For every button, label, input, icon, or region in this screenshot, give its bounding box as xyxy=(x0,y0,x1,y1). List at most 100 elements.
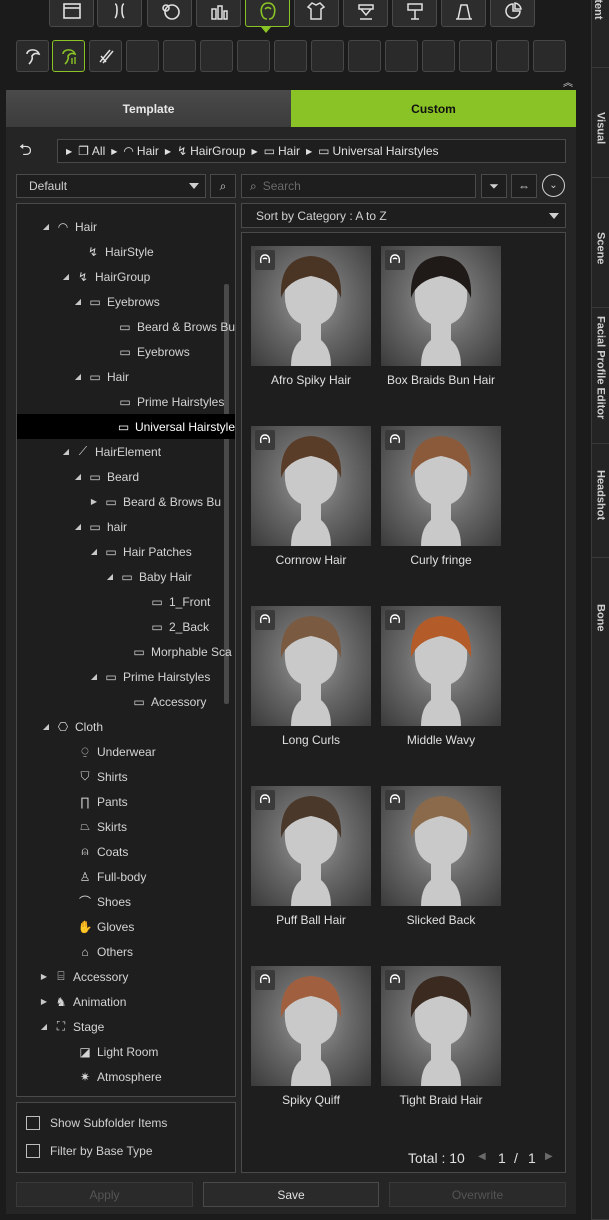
tree-item[interactable]: ◢ ▭ Hair xyxy=(17,364,235,389)
hair-icon[interactable] xyxy=(245,0,290,27)
tree-item[interactable]: ▶ ⌸ Accessory xyxy=(17,964,235,989)
content-item[interactable]: Middle Wavy xyxy=(381,606,501,747)
sort-select[interactable]: Sort by Category : A to Z xyxy=(241,203,566,228)
content-item[interactable]: Curly fringe xyxy=(381,426,501,567)
tab-custom[interactable]: Custom xyxy=(291,90,576,127)
item-thumbnail[interactable] xyxy=(381,966,501,1086)
tree-item[interactable]: ◢ ▭ Prime Hairstyles xyxy=(17,664,235,689)
content-item[interactable]: Afro Spiky Hair xyxy=(251,246,371,387)
item-thumbnail[interactable] xyxy=(251,246,371,366)
next-page-icon[interactable]: ▶ xyxy=(545,1151,553,1162)
empty-slot[interactable] xyxy=(459,40,492,72)
expanded-arrow-icon[interactable]: ◢ xyxy=(89,672,99,681)
expanded-arrow-icon[interactable]: ◢ xyxy=(73,372,83,381)
tree-item[interactable]: ◢ ▭ Baby Hair xyxy=(17,564,235,589)
stage-icon[interactable] xyxy=(441,0,486,27)
tree-item[interactable]: ▶ ▭ Beard & Brows Bu xyxy=(17,489,235,514)
tree-item[interactable]: ◢ ⟋ HairElement xyxy=(17,439,235,464)
tree-item[interactable]: ⌂ Others xyxy=(17,939,235,964)
tree-item[interactable]: ◢ ▭ Beard xyxy=(17,464,235,489)
scene-icon[interactable] xyxy=(49,0,94,27)
expanded-arrow-icon[interactable]: ◢ xyxy=(73,522,83,531)
tab-headshot[interactable]: Headshot xyxy=(591,444,609,558)
tree-item[interactable]: ▭ Universal Hairstyle xyxy=(17,414,235,439)
hairgroup-icon[interactable] xyxy=(52,40,85,72)
expanded-arrow-icon[interactable]: ◢ xyxy=(89,547,99,556)
pose-icon[interactable] xyxy=(392,0,437,27)
search-input[interactable]: ⌕ Search xyxy=(241,174,476,198)
apply-button[interactable]: Apply xyxy=(16,1182,193,1207)
empty-slot[interactable] xyxy=(533,40,566,72)
tree-item[interactable]: ↯ HairStyle xyxy=(17,239,235,264)
show-subfolder-checkbox[interactable] xyxy=(26,1116,40,1130)
find-folder-icon[interactable]: ⌕ xyxy=(210,174,236,198)
content-item[interactable]: Spiky Quiff xyxy=(251,966,371,1107)
tree-item[interactable]: ◢ ⛶ Stage xyxy=(17,1014,235,1039)
item-thumbnail[interactable] xyxy=(381,426,501,546)
breadcrumb-item[interactable]: Hair xyxy=(278,144,300,158)
cloth-icon[interactable] xyxy=(294,0,339,27)
filter-funnel-icon[interactable]: ⏷ xyxy=(481,174,507,198)
tree-item[interactable]: ◢ ↯ HairGroup xyxy=(17,264,235,289)
tree-item[interactable]: ⍜ Underwear xyxy=(17,739,235,764)
accessory-icon[interactable] xyxy=(343,0,388,27)
empty-slot[interactable] xyxy=(237,40,270,72)
item-thumbnail[interactable] xyxy=(381,786,501,906)
content-item[interactable]: Cornrow Hair xyxy=(251,426,371,567)
breadcrumb-item[interactable]: Universal Hairstyles xyxy=(333,144,439,158)
empty-slot[interactable] xyxy=(348,40,381,72)
tree-item[interactable]: ◢ ▭ Hair Patches xyxy=(17,539,235,564)
tree-item[interactable]: ◢ ⎔ Cloth xyxy=(17,714,235,739)
tab-facial-profile-editor[interactable]: Facial Profile Editor xyxy=(591,308,609,444)
tree-item[interactable]: ▭ Prime Hairstyles xyxy=(17,389,235,414)
hairelement-icon[interactable] xyxy=(89,40,122,72)
breadcrumb-item[interactable]: Hair xyxy=(137,144,159,158)
empty-slot[interactable] xyxy=(385,40,418,72)
empty-slot[interactable] xyxy=(163,40,196,72)
tree-item[interactable]: ▭ 1_Front xyxy=(17,589,235,614)
tab-content[interactable]: Content xyxy=(591,0,609,68)
morph-icon[interactable] xyxy=(147,0,192,27)
swap-view-icon[interactable]: ⇔ xyxy=(511,174,537,198)
tree-item[interactable]: ▭ Morphable Sca xyxy=(17,639,235,664)
expanded-arrow-icon[interactable]: ◢ xyxy=(41,722,51,731)
breadcrumb-item[interactable]: HairGroup xyxy=(190,144,245,158)
tree-item[interactable]: ⌒ Shoes xyxy=(17,889,235,914)
content-item[interactable]: Long Curls xyxy=(251,606,371,747)
empty-slot[interactable] xyxy=(496,40,529,72)
hairstyle-icon[interactable] xyxy=(16,40,49,72)
collapsed-arrow-icon[interactable]: ▶ xyxy=(39,997,49,1006)
filter-base-checkbox[interactable] xyxy=(26,1144,40,1158)
cosmetics-icon[interactable] xyxy=(196,0,241,27)
tree-item[interactable]: ⏢ Skirts xyxy=(17,814,235,839)
content-item[interactable]: Slicked Back xyxy=(381,786,501,927)
expand-circle-icon[interactable]: ⌄ xyxy=(542,174,565,197)
expanded-arrow-icon[interactable]: ◢ xyxy=(105,572,115,581)
expanded-arrow-icon[interactable]: ◢ xyxy=(73,297,83,306)
empty-slot[interactable] xyxy=(311,40,344,72)
tab-template[interactable]: Template xyxy=(6,90,291,127)
tree-item[interactable]: ✋ Gloves xyxy=(17,914,235,939)
content-item[interactable]: Tight Braid Hair xyxy=(381,966,501,1107)
expanded-arrow-icon[interactable]: ◢ xyxy=(41,222,51,231)
tree-item[interactable]: ▭ Accessory xyxy=(17,689,235,714)
tree-item[interactable]: ⍝ Coats xyxy=(17,839,235,864)
collapsed-arrow-icon[interactable]: ▶ xyxy=(89,497,99,506)
item-thumbnail[interactable] xyxy=(251,786,371,906)
empty-slot[interactable] xyxy=(274,40,307,72)
tree-item[interactable]: ✷ Atmosphere xyxy=(17,1064,235,1089)
tree-item[interactable]: ▭ Beard & Brows Bu xyxy=(17,314,235,339)
tab-visual[interactable]: Visual xyxy=(591,68,609,178)
save-button[interactable]: Save xyxy=(203,1182,379,1207)
pie-icon[interactable] xyxy=(490,0,535,27)
item-thumbnail[interactable] xyxy=(381,246,501,366)
tree-item[interactable]: ∏ Pants xyxy=(17,789,235,814)
empty-slot[interactable] xyxy=(422,40,455,72)
tree-item[interactable]: ◢ ▭ hair xyxy=(17,514,235,539)
content-item[interactable]: Puff Ball Hair xyxy=(251,786,371,927)
character-icon[interactable] xyxy=(97,0,142,27)
expanded-arrow-icon[interactable]: ◢ xyxy=(73,472,83,481)
tab-scene[interactable]: Scene xyxy=(591,178,609,308)
empty-slot[interactable] xyxy=(126,40,159,72)
breadcrumb-item[interactable]: All xyxy=(92,144,105,158)
